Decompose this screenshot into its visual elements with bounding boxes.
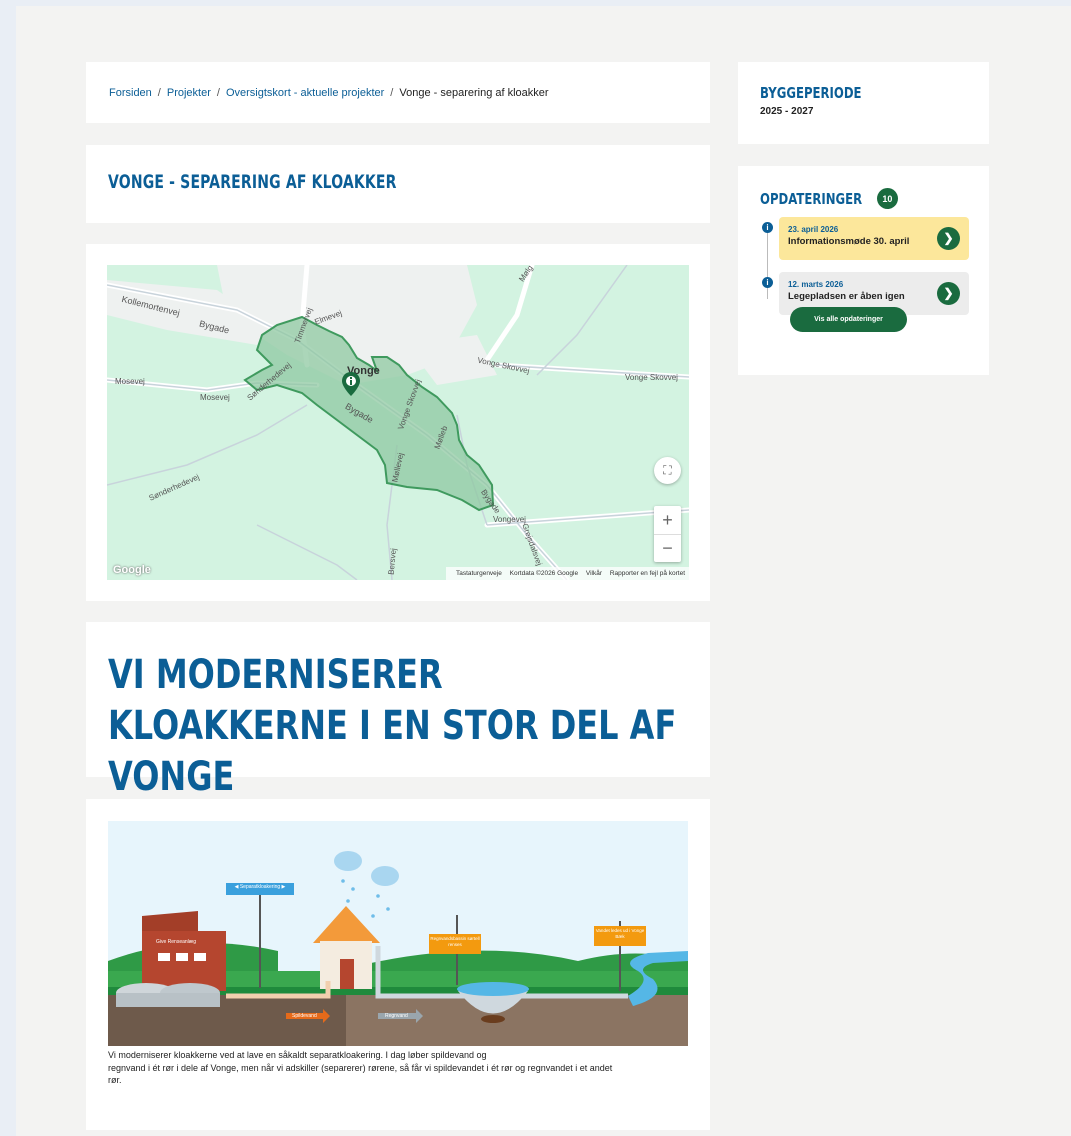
chevron-right-icon[interactable]: ❯ xyxy=(937,282,960,305)
caption-line: Vi moderniserer kloakkerne ved at lave e… xyxy=(108,1050,487,1060)
illustration-caption: Vi moderniserer kloakkerne ved at lave e… xyxy=(108,1049,688,1087)
info-icon: i xyxy=(762,277,773,288)
breadcrumb-current: Vonge - separering af kloakker xyxy=(399,87,549,99)
illustration-arrow-label: Spildevand xyxy=(292,1013,317,1019)
breadcrumb-separator: / xyxy=(216,87,220,99)
illustration-sign: Vandet ledes ud i Vonge Bæk xyxy=(595,928,645,939)
show-all-updates-button[interactable]: Vis alle opdateringer xyxy=(790,307,907,332)
map-marker-icon[interactable] xyxy=(341,371,361,397)
caption-line: regnvand i ét rør i dele af Vonge, men n… xyxy=(108,1062,613,1073)
zoom-out-button[interactable]: − xyxy=(654,534,681,562)
zoom-controls: + − xyxy=(654,506,681,562)
breadcrumb-link-forsiden[interactable]: Forsiden xyxy=(109,87,152,99)
info-icon: i xyxy=(762,222,773,233)
update-title: Legepladsen er åben igen xyxy=(788,291,905,302)
timeline-line xyxy=(767,229,768,299)
update-date: 12. marts 2026 xyxy=(788,280,844,289)
updates-heading: OPDATERINGER xyxy=(760,189,863,208)
breadcrumb-separator: / xyxy=(390,87,394,99)
build-period-card: BYGGEPERIODE 2025 - 2027 xyxy=(738,62,989,144)
map-card: Kollemortenvej Bygade Timmervej Elmevej … xyxy=(86,244,710,601)
map-footer: Tastaturgenveje Kortdata ©2026 Google Vi… xyxy=(445,567,689,580)
fullscreen-icon[interactable]: ⛶ xyxy=(654,457,681,484)
breadcrumb: Forsiden / Projekter / Oversigtskort - aktue… xyxy=(86,62,710,123)
updates-card: OPDATERINGER 10 i i 23. april 2026 Infor… xyxy=(738,166,989,375)
illustration-card: ◀ Separatkloakering ▶ Give Renseanlæg Re… xyxy=(86,799,710,1130)
illustration-label: Give Renseanlæg xyxy=(156,939,197,945)
intro-heading: VI MODERNISERER KLOAKKERNE I EN STOR DEL… xyxy=(108,652,677,800)
terms-link[interactable]: Vilkår xyxy=(586,570,602,577)
breadcrumb-link-oversigtskort[interactable]: Oversigtskort - aktuelle projekter xyxy=(226,87,384,99)
keyboard-shortcuts-link[interactable]: Tastaturgenveje xyxy=(456,570,502,577)
breadcrumb-link-projekter[interactable]: Projekter xyxy=(167,87,211,99)
map-label: Mosevej xyxy=(115,377,145,386)
report-error-link[interactable]: Rapporter en fejl på kortet xyxy=(610,570,685,577)
title-card: VONGE - SEPARERING AF KLOAKKER xyxy=(86,145,710,223)
build-period-heading: BYGGEPERIODE xyxy=(760,84,862,102)
separation-illustration: ◀ Separatkloakering ▶ Give Renseanlæg Re… xyxy=(108,821,688,1046)
chevron-right-icon[interactable]: ❯ xyxy=(937,227,960,250)
update-date: 23. april 2026 xyxy=(788,225,839,234)
illustration-arrow-label: Regnvand xyxy=(385,1013,408,1019)
map-label: Mosevej xyxy=(200,393,230,402)
caption-line: rør. xyxy=(108,1075,122,1085)
project-map[interactable]: Kollemortenvej Bygade Timmervej Elmevej … xyxy=(107,265,689,580)
map-label: Vongevej xyxy=(493,515,526,524)
update-title: Informationsmøde 30. april xyxy=(788,236,910,247)
breadcrumb-separator: / xyxy=(157,87,161,99)
updates-count-badge: 10 xyxy=(876,188,898,209)
google-logo: Google xyxy=(113,564,151,576)
illustration-sign: Regnvandsbassin sørtell renses xyxy=(430,936,480,947)
map-data-text: Kortdata ©2026 Google xyxy=(509,570,579,577)
updates-header: OPDATERINGER 10 xyxy=(760,188,967,209)
page-title: VONGE - SEPARERING AF KLOAKKER xyxy=(108,171,397,193)
update-item[interactable]: 23. april 2026 Informationsmøde 30. apri… xyxy=(779,217,969,260)
build-period-years: 2025 - 2027 xyxy=(760,106,814,117)
zoom-in-button[interactable]: + xyxy=(662,506,673,534)
map-label: Vonge Skovvej xyxy=(625,373,678,382)
illustration-sign: ◀ Separatkloakering ▶ xyxy=(234,884,286,890)
intro-heading-card: VI MODERNISERER KLOAKKERNE I EN STOR DEL… xyxy=(86,622,710,800)
